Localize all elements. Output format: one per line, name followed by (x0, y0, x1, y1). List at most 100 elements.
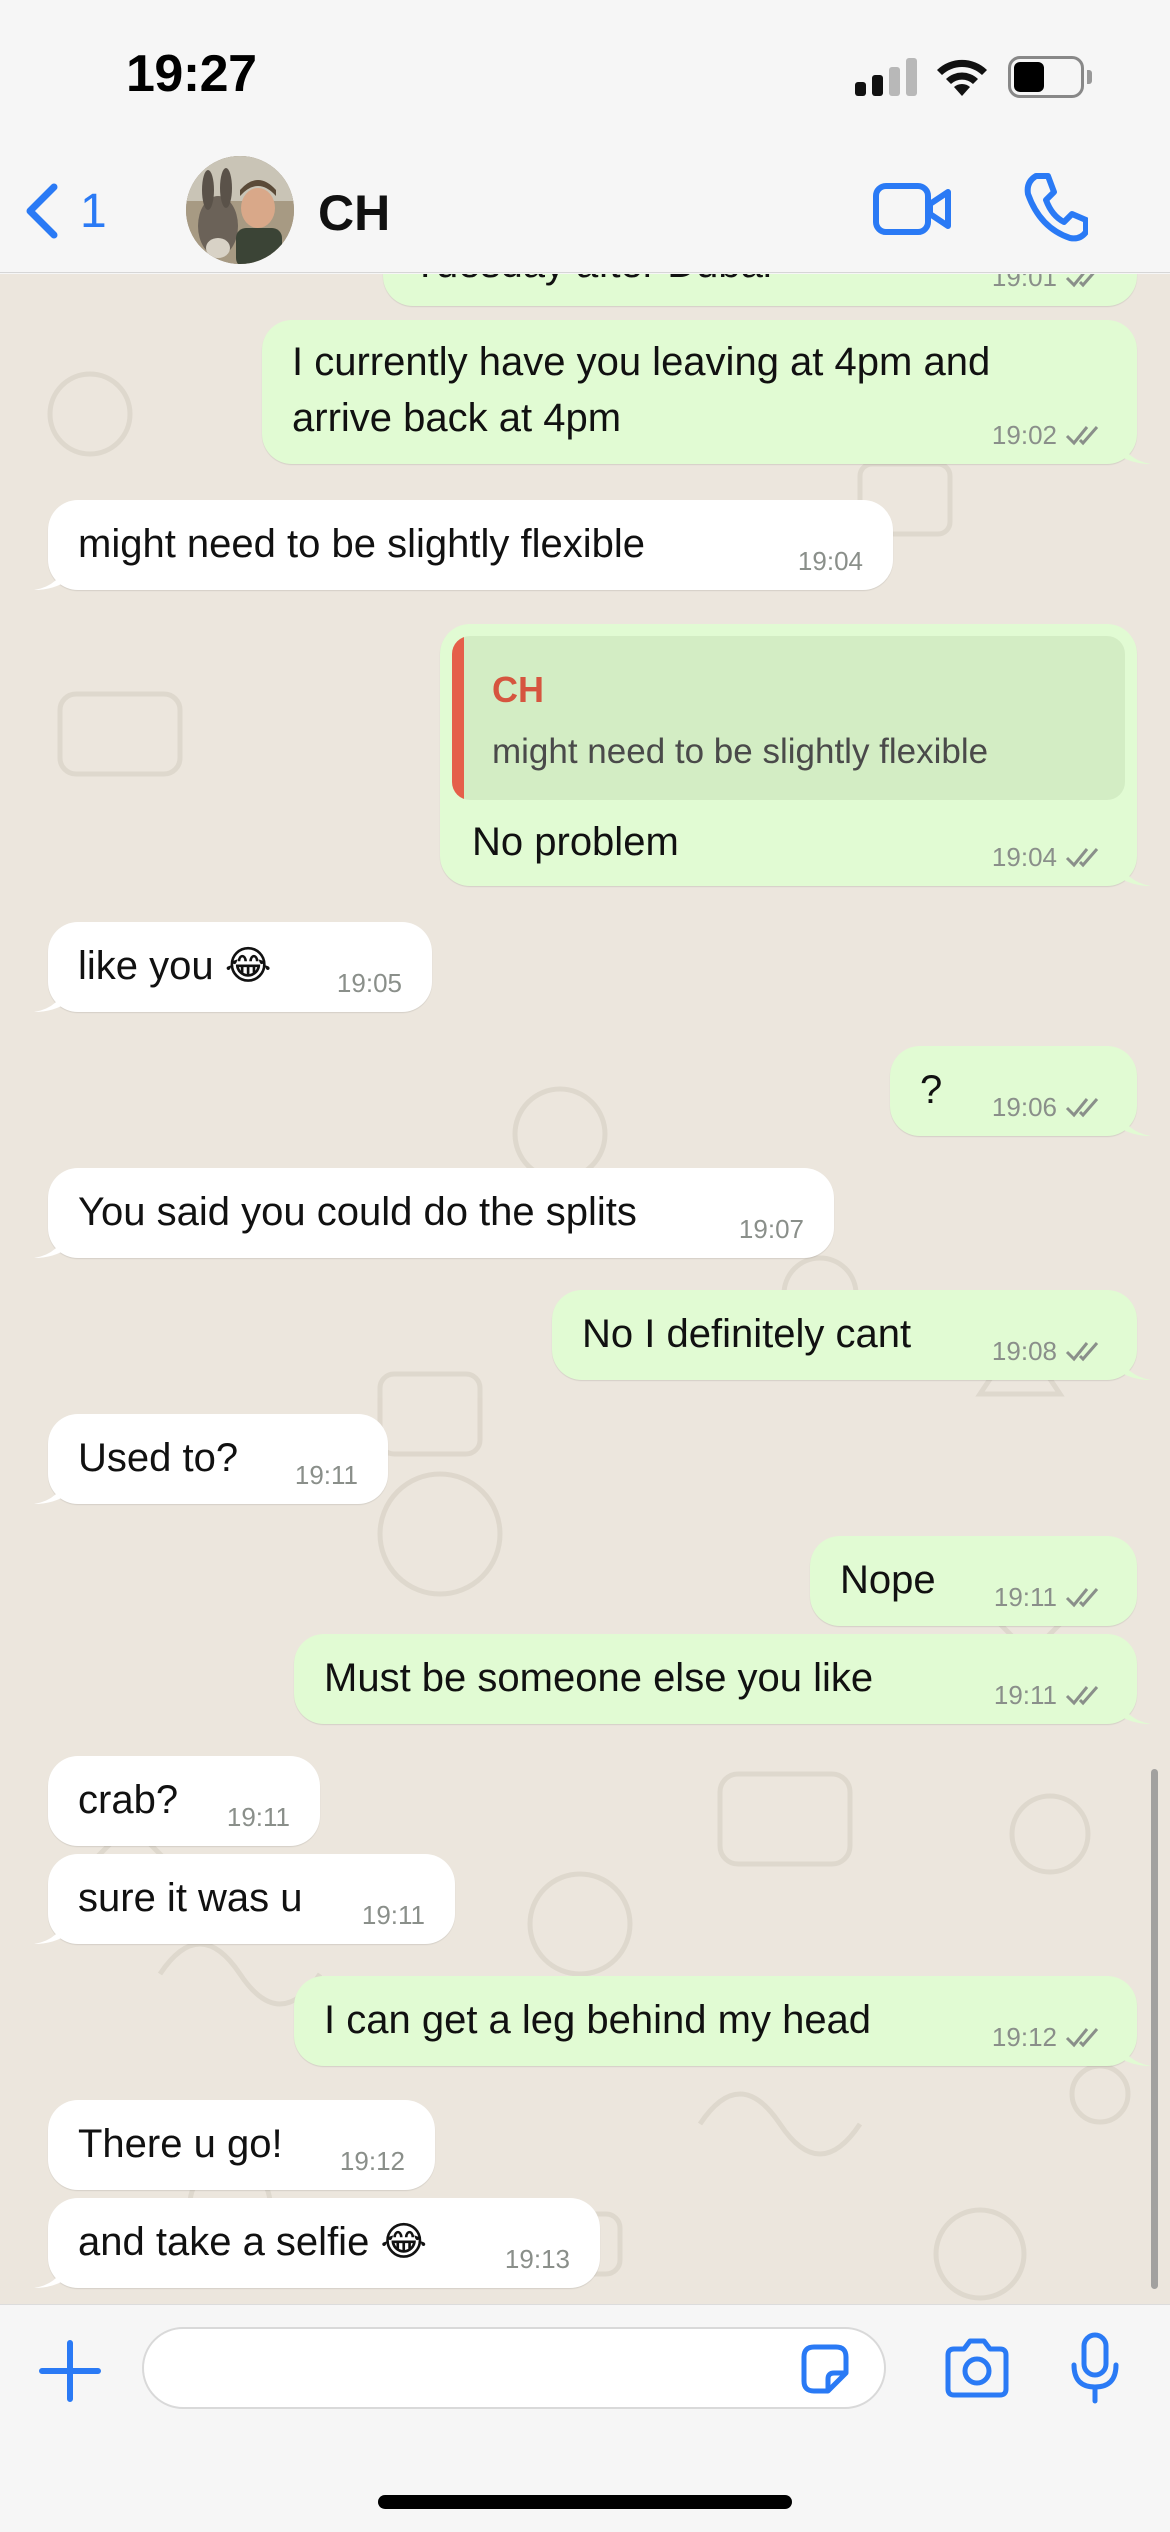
message-incoming[interactable]: There u go! 19:12 (48, 2100, 435, 2190)
attach-plus-button[interactable] (38, 2339, 102, 2403)
scrollbar[interactable] (1151, 1769, 1158, 2289)
cellular-signal-icon (855, 58, 917, 96)
message-text: You said you could do the splits (78, 1190, 637, 1234)
message-outgoing[interactable]: Must be someone else you like 19:11 (294, 1634, 1151, 1724)
message-time: 19:12 (991, 2022, 1057, 2052)
message-time: 19:07 (738, 1214, 804, 1244)
message-text: like you 😂 (78, 944, 272, 988)
message-incoming[interactable]: like you 😂 19:05 (34, 922, 432, 1012)
message-outgoing-reply[interactable]: CH might need to be slightly flexible No… (440, 624, 1151, 886)
sticker-button[interactable] (796, 2341, 852, 2397)
bubble-tail (34, 1474, 68, 1504)
bubble-tail (34, 1228, 68, 1258)
message-text: ? (920, 1068, 943, 1112)
composer-bar (0, 2304, 1170, 2532)
message-time: 19:13 (504, 2244, 570, 2274)
message-meta: 19:01 (992, 274, 1105, 292)
bubble-tail (1117, 1350, 1151, 1380)
message-time: 19:12 (339, 2146, 405, 2176)
message-meta: 19:11 (994, 1680, 1105, 1710)
bubble-tail (34, 2258, 68, 2288)
message-incoming[interactable]: Used to? 19:11 (34, 1414, 388, 1504)
quoted-text: might need to be slightly flexible (492, 732, 989, 771)
bubble-tail (34, 982, 68, 1012)
message-time: 19:11 (993, 1582, 1057, 1612)
chevron-left-icon (26, 183, 58, 239)
chat-header: 1 CH (0, 150, 1170, 273)
message-text: There u go! (78, 2122, 283, 2166)
message-text: Used to? (78, 1436, 239, 1480)
message-text: I can get a leg behind my head (324, 1998, 872, 2042)
message-input[interactable] (142, 2327, 886, 2409)
message-time: 19:11 (993, 1680, 1057, 1710)
contact-photo (186, 156, 294, 264)
message-time: 19:04 (797, 546, 863, 576)
message-meta: 19:11 (994, 1582, 1105, 1612)
message-incoming[interactable]: crab? 19:11 (48, 1756, 320, 1846)
message-time: 19:08 (991, 1336, 1057, 1366)
double-check-icon (1065, 1588, 1099, 1608)
message-meta: 19:08 (992, 1336, 1105, 1366)
message-outgoing[interactable]: I can get a leg behind my head 19:12 (294, 1976, 1151, 2066)
bubble-tail (34, 1914, 68, 1944)
camera-button[interactable] (942, 2337, 1012, 2399)
contact-name[interactable]: CH (318, 184, 390, 242)
message-text: Must be someone else you like (324, 1656, 874, 1700)
double-check-icon (1065, 2028, 1099, 2048)
status-time: 19:27 (126, 45, 257, 103)
message-time: 19:05 (336, 968, 402, 998)
message-outgoing[interactable]: Nope 19:11 (810, 1536, 1137, 1626)
double-check-icon (1065, 1686, 1099, 1706)
bubble-tail (34, 560, 68, 590)
message-text: and take a selfie 😂 (78, 2220, 428, 2264)
double-check-icon (1065, 274, 1095, 288)
chat-area[interactable]: Tuesday after Dubai 19:01 I currently ha… (0, 274, 1170, 2304)
message-incoming[interactable]: sure it was u 19:11 (34, 1854, 455, 1944)
quoted-message[interactable]: CH might need to be slightly flexible (452, 636, 1125, 800)
message-time: 19:06 (991, 1092, 1057, 1122)
message-outgoing[interactable]: ? 19:06 (890, 1046, 1151, 1136)
message-meta: 19:04 (992, 842, 1105, 872)
avatar[interactable] (186, 156, 294, 264)
bubble-tail (1117, 434, 1151, 464)
message-meta: 19:06 (992, 1092, 1105, 1122)
double-check-icon (1065, 848, 1099, 868)
quoted-author: CH (492, 669, 544, 710)
message-time: 19:01 (991, 274, 1057, 292)
bubble-tail (1117, 1694, 1151, 1724)
message-time: 19:11 (294, 1460, 358, 1490)
message-meta: 19:02 (992, 420, 1105, 450)
voice-call-button[interactable] (1022, 170, 1088, 242)
message-text: Tuesday after Dubai (413, 274, 772, 292)
double-check-icon (1065, 426, 1099, 446)
message-time: 19:11 (361, 1900, 425, 1930)
message-text: crab? (78, 1778, 179, 1822)
message-text-line-2: arrive back at 4pm (292, 396, 622, 440)
unread-count: 1 (80, 184, 107, 238)
status-bar: 19:27 (0, 0, 1170, 150)
quote-accent-bar (452, 636, 464, 800)
message-incoming[interactable]: and take a selfie 😂 19:13 (34, 2198, 600, 2288)
message-incoming[interactable]: You said you could do the splits 19:07 (34, 1168, 834, 1258)
double-check-icon (1065, 1342, 1099, 1362)
home-indicator[interactable] (378, 2495, 792, 2509)
message-text: No problem (472, 820, 679, 864)
message-text: Nope (840, 1558, 936, 1602)
back-button[interactable]: 1 (22, 176, 107, 246)
video-call-button[interactable] (872, 174, 952, 244)
message-outgoing[interactable]: Tuesday after Dubai 19:01 (383, 274, 1137, 306)
battery-icon (1008, 56, 1092, 98)
message-text: No I definitely cant (582, 1312, 912, 1356)
message-outgoing[interactable]: No I definitely cant 19:08 (552, 1290, 1151, 1380)
double-check-icon (1065, 1098, 1099, 1118)
message-text-line-1: I currently have you leaving at 4pm and (292, 340, 991, 384)
message-text: sure it was u (78, 1876, 303, 1920)
message-outgoing[interactable]: I currently have you leaving at 4pm and … (262, 320, 1151, 464)
message-text: might need to be slightly flexible (78, 522, 645, 566)
bubble-tail (1117, 856, 1151, 886)
message-meta: 19:12 (992, 2022, 1105, 2052)
microphone-button[interactable] (1070, 2331, 1120, 2405)
message-incoming[interactable]: might need to be slightly flexible 19:04 (34, 500, 893, 590)
message-time: 19:02 (991, 420, 1057, 450)
bubble-tail (1117, 2036, 1151, 2066)
